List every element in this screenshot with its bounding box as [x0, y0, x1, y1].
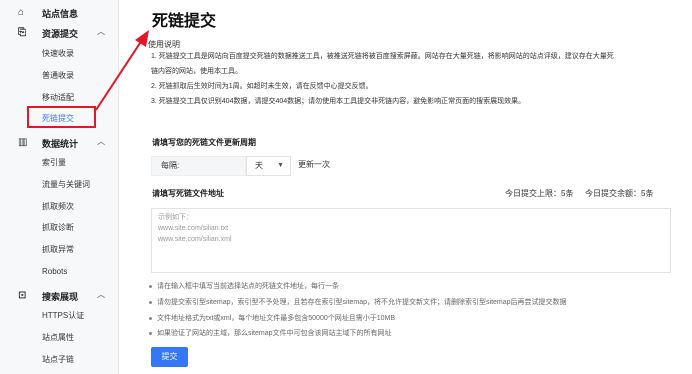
annotation-arrow-head [135, 30, 149, 47]
annotation-arrow [95, 30, 149, 111]
annotation-arrow-line [95, 39, 143, 111]
